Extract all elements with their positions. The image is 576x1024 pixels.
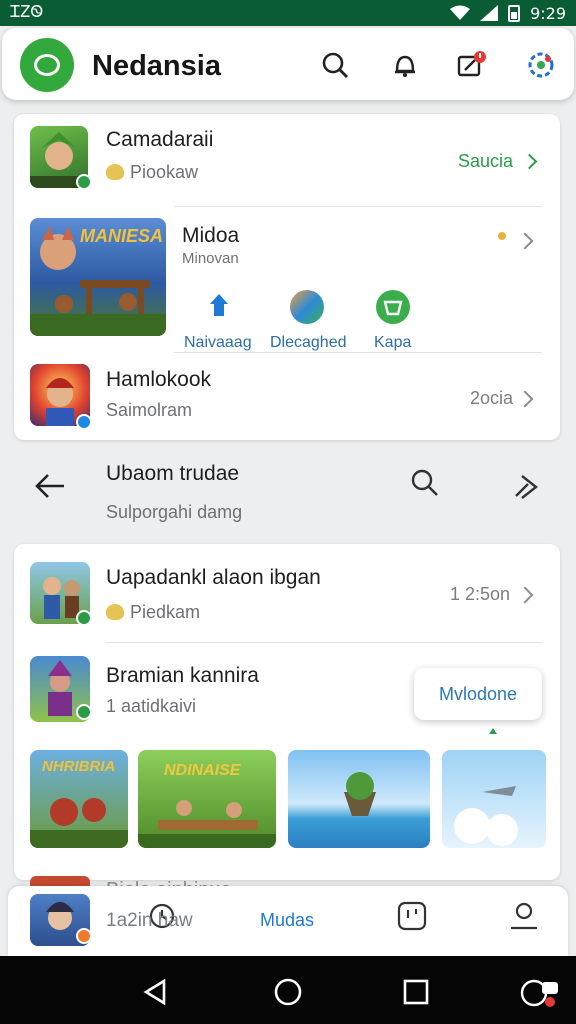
item-subtitle: Piookaw [106, 162, 198, 183]
item-subtitle: Piedkam [106, 602, 200, 623]
nav-tab-active[interactable]: Mudas [260, 910, 314, 931]
edit-notification-icon[interactable] [454, 48, 488, 82]
assistant-icon[interactable] [518, 976, 564, 1010]
verified-badge-icon [76, 610, 92, 626]
heart-icon [106, 164, 124, 180]
action-label-dispatched[interactable]: Dlecaghed [270, 334, 347, 352]
app-logo-icon[interactable] [20, 38, 74, 92]
search-subtitle: Sulporgahi damg [106, 502, 243, 522]
back-arrow-icon[interactable] [34, 472, 66, 500]
carrier-label: ᏆᏃᏫ [10, 4, 44, 21]
bottom-nav: 1a2in haw Mudas [8, 886, 568, 956]
settings-icon[interactable] [524, 48, 558, 82]
verified-badge-icon [76, 174, 92, 190]
search-icon[interactable] [410, 468, 440, 498]
search-icon[interactable] [318, 48, 352, 82]
partial-item-subtitle: 1a2in haw [106, 910, 193, 931]
search-row: Ubaom trudae Sulporgahi damg [14, 450, 560, 530]
map-icon[interactable] [290, 290, 324, 324]
signal-icon [480, 5, 499, 21]
status-bar: ᏆᏃᏫ 9:29 [0, 0, 576, 26]
info-badge-icon [76, 414, 92, 430]
verified-badge-icon [76, 704, 92, 720]
app-title: Nedansia [92, 50, 221, 82]
action-label-map[interactable]: Kapa [374, 334, 411, 352]
back-triangle-icon[interactable] [142, 978, 168, 1006]
item-action-link[interactable]: Saucia [458, 151, 513, 172]
search-title: Ubaom trudae [106, 462, 240, 485]
wifi-icon [450, 5, 471, 20]
gallery-image[interactable]: NDINAISE [138, 750, 276, 848]
game-banner: MANIESA [30, 218, 166, 336]
system-navigation-bar [0, 956, 576, 1024]
list-item[interactable]: MANIESA Midoa Minovan Naivaaag Dlecaghed… [14, 210, 560, 352]
item-title: Midoa [182, 224, 240, 247]
tooltip[interactable]: Mvlodone [414, 668, 542, 720]
item-subtitle: Saimolram [106, 400, 193, 420]
clock: 9:29 [530, 3, 566, 23]
banner-text: MANIESA [80, 226, 164, 246]
app-header: Nedansia [2, 28, 574, 100]
featured-card: Camadaraii Piookaw Saucia MANIESA Midoa … [14, 114, 560, 440]
heart-icon [106, 604, 124, 620]
item-meta: 1 2:5on [450, 584, 511, 604]
chat-icon[interactable] [376, 290, 410, 324]
forward-arrow-icon[interactable] [512, 472, 542, 502]
divider [106, 642, 542, 643]
pin-icon[interactable] [202, 290, 236, 324]
chevron-right-icon [521, 153, 538, 170]
item-title: Camadaraii [106, 128, 214, 151]
gallery-image[interactable] [288, 750, 430, 848]
new-dot-icon [498, 232, 506, 240]
bell-icon[interactable] [388, 48, 422, 82]
item-meta: 2ocia [470, 388, 514, 408]
divider [174, 352, 542, 353]
item-title: Bramian kannira [106, 664, 259, 687]
divider [174, 206, 542, 207]
list-item[interactable]: Uapadankl alaon ibgan Piedkam 1 2:5on [14, 544, 560, 640]
battery-icon [508, 5, 521, 22]
recents-square-icon[interactable] [402, 978, 430, 1006]
list-item[interactable]: Camadaraii Piookaw Saucia [14, 114, 560, 200]
item-title: Hamlokook [106, 368, 212, 391]
tooltip-pointer-icon [489, 728, 497, 734]
item-subtitle: 1 aatidkaivi [106, 696, 197, 716]
action-label-navigate[interactable]: Naivaaag [184, 334, 252, 352]
profile-icon[interactable] [508, 900, 540, 932]
chevron-right-icon [516, 586, 534, 604]
home-circle-icon[interactable] [272, 976, 304, 1008]
chevron-right-icon [516, 390, 534, 408]
item-subtitle: Minovan [182, 250, 239, 267]
gallery-image[interactable]: NHRIBRIA [30, 750, 128, 848]
gallery-image[interactable] [442, 750, 546, 848]
chevron-right-icon [516, 232, 534, 250]
gallery-caption: NDINAISE [164, 762, 241, 779]
list-item[interactable]: Hamlokook Saimolram 2ocia [14, 356, 560, 440]
notification-badge-icon [76, 928, 92, 944]
gallery-caption: NHRIBRIA [42, 758, 116, 775]
item-title: Uapadankl alaon ibgan [106, 566, 321, 589]
square-icon[interactable] [396, 900, 428, 932]
